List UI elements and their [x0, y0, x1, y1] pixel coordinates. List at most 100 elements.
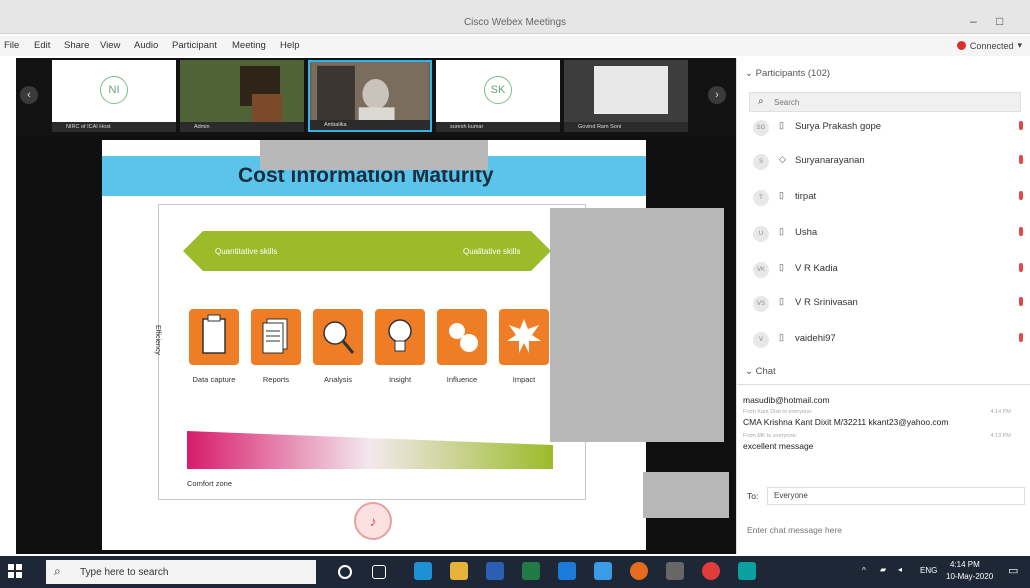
chat-message-time: 4:13 PM [990, 433, 1011, 439]
recording-dot-icon [956, 41, 966, 50]
muted-mic-icon[interactable] [1019, 155, 1023, 164]
minimize-button[interactable]: – [970, 14, 977, 28]
tile-label-reports: Reports [262, 375, 290, 384]
avatar: V [753, 332, 769, 348]
menu-participant[interactable]: Participant [172, 40, 217, 51]
participant-search[interactable]: ⌕ [749, 92, 1021, 112]
video-tile-caption: Ambalika [310, 120, 430, 130]
taskbar-search-placeholder: Type here to search [80, 567, 169, 578]
chat-recipient-value: Everyone [774, 491, 808, 500]
redaction-block [643, 472, 729, 518]
clipboard-icon [189, 309, 239, 365]
video-tile-active-speaker[interactable]: Ambalika [308, 60, 432, 132]
store-icon[interactable] [594, 562, 612, 580]
phone-icon: ▯ [779, 262, 784, 272]
video-tile[interactable]: Admin [180, 60, 304, 132]
muted-mic-icon[interactable] [1019, 121, 1023, 130]
participant-name: V R Srinivasan [795, 297, 858, 308]
menu-view[interactable]: View [100, 40, 120, 51]
participant-row[interactable]: U ▯ Usha [749, 220, 1027, 248]
tray-chevron-icon[interactable]: ^ [862, 566, 866, 575]
network-icon[interactable]: ▰ [880, 565, 886, 574]
connection-status[interactable]: Connected ▾ [956, 40, 1022, 51]
phone-icon: ▯ [779, 120, 784, 130]
redaction-block [260, 140, 488, 170]
file-explorer-icon[interactable] [450, 562, 468, 580]
participant-name: Surya Prakash gope [795, 121, 882, 132]
windows-start-icon[interactable] [8, 564, 22, 578]
participant-search-input[interactable] [774, 96, 974, 108]
task-view-icon[interactable] [372, 565, 386, 579]
menu-help[interactable]: Help [280, 40, 300, 51]
menu-meeting[interactable]: Meeting [232, 40, 266, 51]
taskbar-search[interactable]: ⌕ Type here to search [46, 560, 316, 584]
chat-message-text: masudib@hotmail.com [743, 395, 830, 405]
notifications-icon[interactable]: ▭ [1008, 564, 1018, 577]
avatar: VS [753, 296, 769, 312]
participant-row[interactable]: S ◇ Suryanarayanan [749, 148, 1027, 176]
participant-row[interactable]: VK ▯ V R Kadia [749, 256, 1027, 284]
muted-mic-icon[interactable] [1019, 227, 1023, 236]
participants-header[interactable]: ⌄ Participants (102) [745, 68, 830, 79]
firefox-icon[interactable] [630, 562, 648, 580]
maximize-button[interactable]: □ [996, 14, 1003, 28]
webex-window: Cisco Webex Meetings – □ File Edit Share… [0, 0, 1030, 588]
video-tile[interactable]: NI NIRC of ICAI Host [52, 60, 176, 132]
video-strip: ‹ NI NIRC of ICAI Host Admin Ambalika SK… [16, 58, 736, 136]
menu-share[interactable]: Share [64, 40, 89, 51]
language-indicator[interactable]: ENG [920, 566, 937, 575]
avatar: SK [484, 76, 512, 104]
influence-icon [437, 309, 487, 365]
muted-mic-icon[interactable] [1019, 333, 1023, 342]
qualitative-skills-label: Qualitative skills [463, 247, 521, 256]
webex-icon[interactable] [738, 562, 756, 580]
cortana-icon[interactable] [338, 565, 352, 579]
tile-label-impact: Impact [512, 375, 536, 384]
clock-time[interactable]: 4:14 PM [950, 560, 980, 569]
clock-date[interactable]: 10-May-2020 [946, 572, 993, 581]
documents-icon [251, 309, 301, 365]
menu-audio[interactable]: Audio [134, 40, 158, 51]
avatar: T [753, 190, 769, 206]
volume-icon[interactable]: ◂ [898, 565, 902, 574]
meeting-stage: ‹ NI NIRC of ICAI Host Admin Ambalika SK… [16, 58, 736, 554]
muted-mic-icon[interactable] [1019, 263, 1023, 272]
video-tile-caption: NIRC of ICAI Host [52, 122, 176, 132]
phone-icon: ▯ [779, 190, 784, 200]
chevron-down-icon: ⌄ [745, 366, 756, 377]
chrome-icon[interactable] [702, 562, 720, 580]
connection-status-label: Connected [969, 40, 1014, 51]
muted-mic-icon[interactable] [1019, 191, 1023, 200]
video-tile[interactable]: Govind Ram Soni [564, 60, 688, 132]
video-strip-prev-button[interactable]: ‹ [20, 86, 38, 104]
menu-file[interactable]: File [4, 40, 19, 51]
edge-icon[interactable] [414, 562, 432, 580]
chat-recipient-select[interactable]: Everyone [767, 487, 1025, 505]
video-tile[interactable]: SK suresh kumar [436, 60, 560, 132]
tile-label-influence: Influence [446, 375, 478, 384]
computer-audio-icon: ◇ [779, 154, 786, 164]
excel-icon[interactable] [522, 562, 540, 580]
chat-message-input[interactable] [747, 516, 1023, 544]
efficiency-label: Efficiency [154, 325, 161, 355]
quantitative-skills-label: Quantitative skills [215, 247, 278, 256]
participant-row[interactable]: V ▯ vaidehi97 [749, 326, 1027, 354]
video-tile-caption: Admin [180, 122, 304, 132]
app-icon[interactable] [558, 562, 576, 580]
muted-mic-icon[interactable] [1019, 297, 1023, 306]
video-strip-next-button[interactable]: › [708, 86, 726, 104]
chat-messages: masudib@hotmail.com From Kant Dixit to e… [737, 384, 1030, 488]
participant-row[interactable]: T ▯ tirpat [749, 184, 1027, 212]
mute-toggle-button[interactable]: ♪ [354, 502, 392, 540]
phone-icon: ▯ [779, 296, 784, 306]
search-icon: ⌕ [758, 96, 764, 107]
chat-header[interactable]: ⌄ Chat [745, 366, 776, 377]
word-icon[interactable] [486, 562, 504, 580]
participant-row[interactable]: VS ▯ V R Srinivasan [749, 290, 1027, 318]
camera-icon[interactable] [666, 562, 684, 580]
participant-row[interactable]: SG ▯ Surya Prakash gope [749, 114, 1027, 142]
menu-bar: File Edit Share View Audio Participant M… [0, 36, 1030, 56]
menu-edit[interactable]: Edit [34, 40, 50, 51]
avatar: U [753, 226, 769, 242]
chevron-down-icon: ▾ [1017, 40, 1022, 50]
